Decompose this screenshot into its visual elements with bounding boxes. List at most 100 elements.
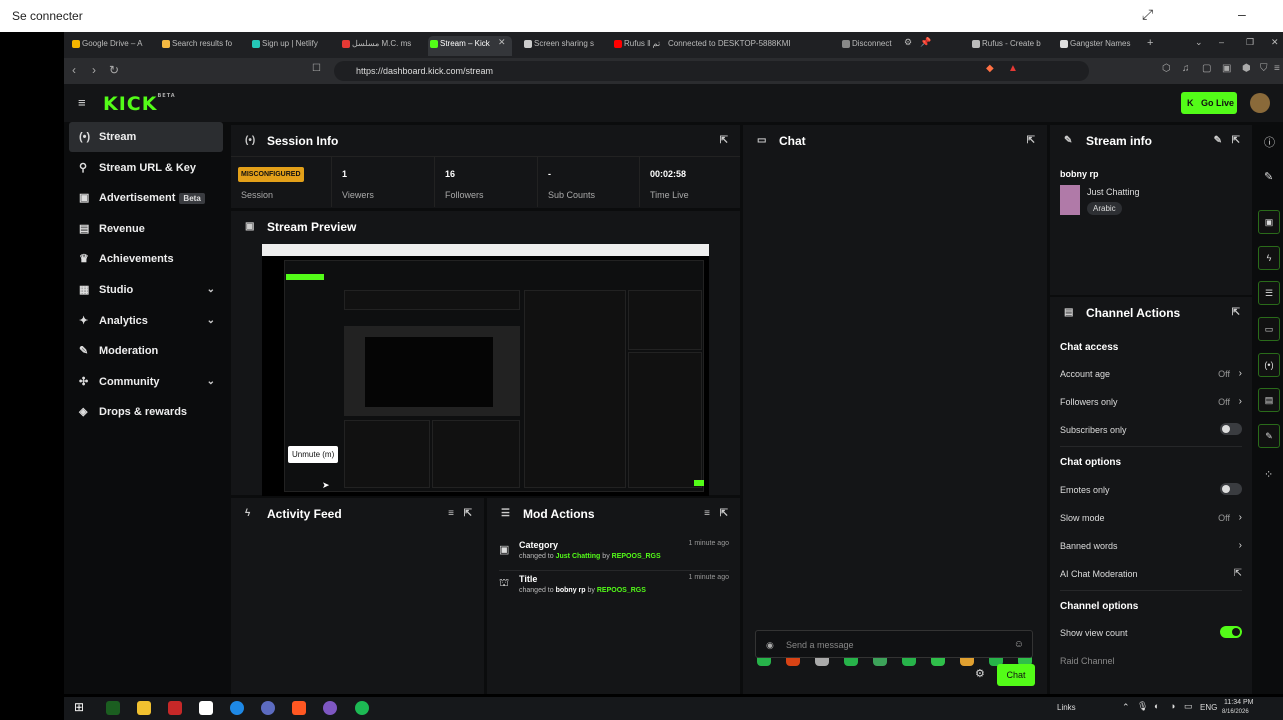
browser-tab[interactable]: Google Drive – A bbox=[70, 36, 155, 56]
maximize-icon[interactable]: ⤢ bbox=[1142, 6, 1153, 23]
folder-icon[interactable] bbox=[137, 701, 151, 715]
popout-icon[interactable]: ⇱ bbox=[720, 498, 728, 530]
sidebar-item-achievements[interactable]: ♛ Achievements bbox=[69, 244, 223, 274]
spotify-icon[interactable] bbox=[355, 701, 369, 715]
sidebar-item-advertisement[interactable]: ▣ Advertisement Beta bbox=[69, 183, 223, 213]
hamburger-icon[interactable]: ≡ bbox=[78, 95, 86, 110]
edge-icon[interactable] bbox=[230, 701, 244, 715]
pin-icon[interactable]: 📌 bbox=[920, 37, 931, 48]
filter-icon[interactable]: ≡ bbox=[704, 498, 710, 530]
share-icon[interactable]: ⁘ bbox=[1264, 468, 1273, 481]
close-icon[interactable]: ✕ bbox=[1271, 37, 1279, 48]
video-preview[interactable]: Unmute (m) ➤ bbox=[262, 244, 709, 496]
sidebar-item-drops[interactable]: ◈ Drops & rewards bbox=[69, 397, 223, 427]
info-icon[interactable]: ⓘ bbox=[1264, 134, 1275, 150]
new-tab-icon[interactable]: + bbox=[1147, 37, 1153, 49]
sidebar-item-stream[interactable]: (•) Stream bbox=[69, 122, 223, 152]
browser-tab[interactable]: Rufus - Create b bbox=[970, 36, 1048, 56]
sidebar-item-stream-url[interactable]: ⚲ Stream URL & Key bbox=[69, 153, 223, 183]
popout-icon[interactable]: ⇱ bbox=[1232, 125, 1240, 157]
app-icon[interactable] bbox=[168, 701, 182, 715]
reload-icon[interactable]: ↻ bbox=[109, 63, 119, 77]
browser-tab[interactable]: Gangster Names bbox=[1058, 36, 1134, 56]
disconnect-button[interactable]: Disconnect bbox=[840, 36, 900, 56]
sidebar-item-revenue[interactable]: ▤ Revenue bbox=[69, 214, 223, 244]
popout-icon[interactable]: ⇱ bbox=[1027, 125, 1035, 157]
tray-icon[interactable]: ◑ bbox=[1170, 701, 1175, 711]
brave-icon[interactable] bbox=[292, 701, 306, 715]
app-icon[interactable] bbox=[106, 701, 120, 715]
minimize-icon[interactable]: – bbox=[1238, 6, 1246, 22]
broadcast-icon[interactable]: (•) bbox=[1258, 353, 1280, 377]
chat-send-button[interactable]: Chat bbox=[997, 664, 1035, 686]
chevron-down-icon[interactable]: ⌄ bbox=[1195, 37, 1203, 48]
bookmark-icon[interactable]: ☐ bbox=[312, 63, 321, 74]
windows-start-icon[interactable]: ⊞ bbox=[74, 700, 84, 714]
sidebar-item-moderation[interactable]: ✎ Moderation bbox=[69, 336, 223, 366]
raid-channel-row[interactable]: Raid Channel bbox=[1060, 656, 1242, 676]
brave-shield-icon[interactable]: ◆ bbox=[986, 63, 994, 74]
extensions-icon[interactable]: ⬡ bbox=[1162, 63, 1171, 74]
ai-moderation-row[interactable]: AI Chat Moderation ⇱ bbox=[1060, 568, 1242, 589]
forward-icon[interactable]: › bbox=[92, 63, 96, 77]
restore-icon[interactable]: ❐ bbox=[1246, 37, 1254, 48]
popout-icon[interactable]: ⇱ bbox=[464, 498, 472, 530]
app-icon[interactable] bbox=[323, 701, 337, 715]
channel-icon[interactable]: ▤ bbox=[1258, 388, 1280, 412]
chrome-icon[interactable] bbox=[199, 701, 213, 715]
desc-user[interactable]: REPOOS_RGS bbox=[612, 553, 661, 560]
chevron-up-icon[interactable]: ⌃ bbox=[1122, 702, 1130, 713]
settings-icon[interactable]: ⚙ bbox=[904, 37, 912, 48]
subscribers-only-toggle[interactable] bbox=[1220, 423, 1242, 435]
bolt-icon[interactable]: ϟ bbox=[1258, 246, 1280, 270]
tray-icon[interactable]: ▭ bbox=[1184, 701, 1193, 712]
account-age-row[interactable]: Account age Off › bbox=[1060, 368, 1242, 389]
minimize-icon[interactable]: – bbox=[1219, 37, 1224, 47]
desc-user[interactable]: REPOOS_RGS bbox=[597, 587, 646, 594]
followers-only-row[interactable]: Followers only Off › bbox=[1060, 396, 1242, 417]
emoji-icon[interactable]: ☺ bbox=[1014, 631, 1024, 659]
gear-icon[interactable]: ⚙ bbox=[975, 667, 985, 680]
popout-icon[interactable]: ⇱ bbox=[720, 125, 728, 157]
wrench-icon[interactable]: ✎ bbox=[1258, 424, 1280, 448]
chat-message-input[interactable]: ◉ Send a message ☺ bbox=[755, 630, 1033, 658]
back-icon[interactable]: ‹ bbox=[72, 63, 76, 77]
wallet-icon[interactable]: ▣ bbox=[1222, 63, 1231, 74]
clock-date[interactable]: 8/16/2026 bbox=[1222, 709, 1249, 715]
emotes-only-toggle[interactable] bbox=[1220, 483, 1242, 495]
sidebar-item-studio[interactable]: ▦ Studio ⌄ bbox=[69, 275, 223, 305]
close-tab-icon[interactable]: ✕ bbox=[498, 37, 506, 48]
sidebar-item-analytics[interactable]: ✦ Analytics ⌄ bbox=[69, 306, 223, 336]
url-bar[interactable]: https://dashboard.kick.com/stream bbox=[334, 61, 1089, 81]
language-indicator[interactable]: ENG bbox=[1200, 703, 1217, 712]
browser-tab[interactable]: Screen sharing s bbox=[522, 36, 598, 56]
shield-icon[interactable]: ⛉ bbox=[1260, 63, 1268, 74]
taskbar-links[interactable]: Links bbox=[1057, 703, 1076, 712]
sidebar-item-community[interactable]: ✣ Community ⌄ bbox=[69, 367, 223, 397]
discord-icon[interactable] bbox=[261, 701, 275, 715]
preview-widget-icon[interactable]: ▣ bbox=[1258, 210, 1280, 234]
edit-icon[interactable]: ✎ bbox=[1264, 170, 1273, 183]
list-icon[interactable]: ☰ bbox=[1258, 281, 1280, 305]
rewards-icon[interactable]: ▲ bbox=[1008, 63, 1018, 74]
vpn-icon[interactable]: ⬢ bbox=[1242, 63, 1251, 74]
banned-words-row[interactable]: Banned words › bbox=[1060, 540, 1242, 561]
go-live-button[interactable]: K Go Live bbox=[1181, 92, 1237, 114]
browser-tab[interactable]: Search results fo bbox=[160, 36, 240, 56]
tray-icon[interactable]: ◐ bbox=[1154, 701, 1159, 711]
browser-tab[interactable]: Sign up | Netlify bbox=[250, 36, 330, 56]
chat-icon[interactable]: ▭ bbox=[1258, 317, 1280, 341]
kick-logo[interactable]: KICKBETA bbox=[103, 93, 176, 115]
mic-icon[interactable]: 🎙 bbox=[1137, 701, 1148, 712]
popout-icon[interactable]: ⇱ bbox=[1232, 297, 1240, 329]
clock-time[interactable]: 11:34 PM bbox=[1224, 699, 1253, 706]
show-view-count-toggle[interactable] bbox=[1220, 626, 1242, 638]
filter-icon[interactable]: ≡ bbox=[448, 498, 454, 530]
avatar[interactable] bbox=[1250, 93, 1270, 113]
sidebar-icon[interactable]: ▢ bbox=[1202, 63, 1211, 74]
edit-icon[interactable]: ✎ bbox=[1214, 125, 1222, 157]
music-icon[interactable]: ♫ bbox=[1182, 63, 1190, 74]
browser-tab[interactable]: مسلسل M.C. ms bbox=[340, 36, 420, 56]
slow-mode-row[interactable]: Slow mode Off › bbox=[1060, 512, 1242, 533]
menu-icon[interactable]: ≡ bbox=[1274, 63, 1280, 74]
